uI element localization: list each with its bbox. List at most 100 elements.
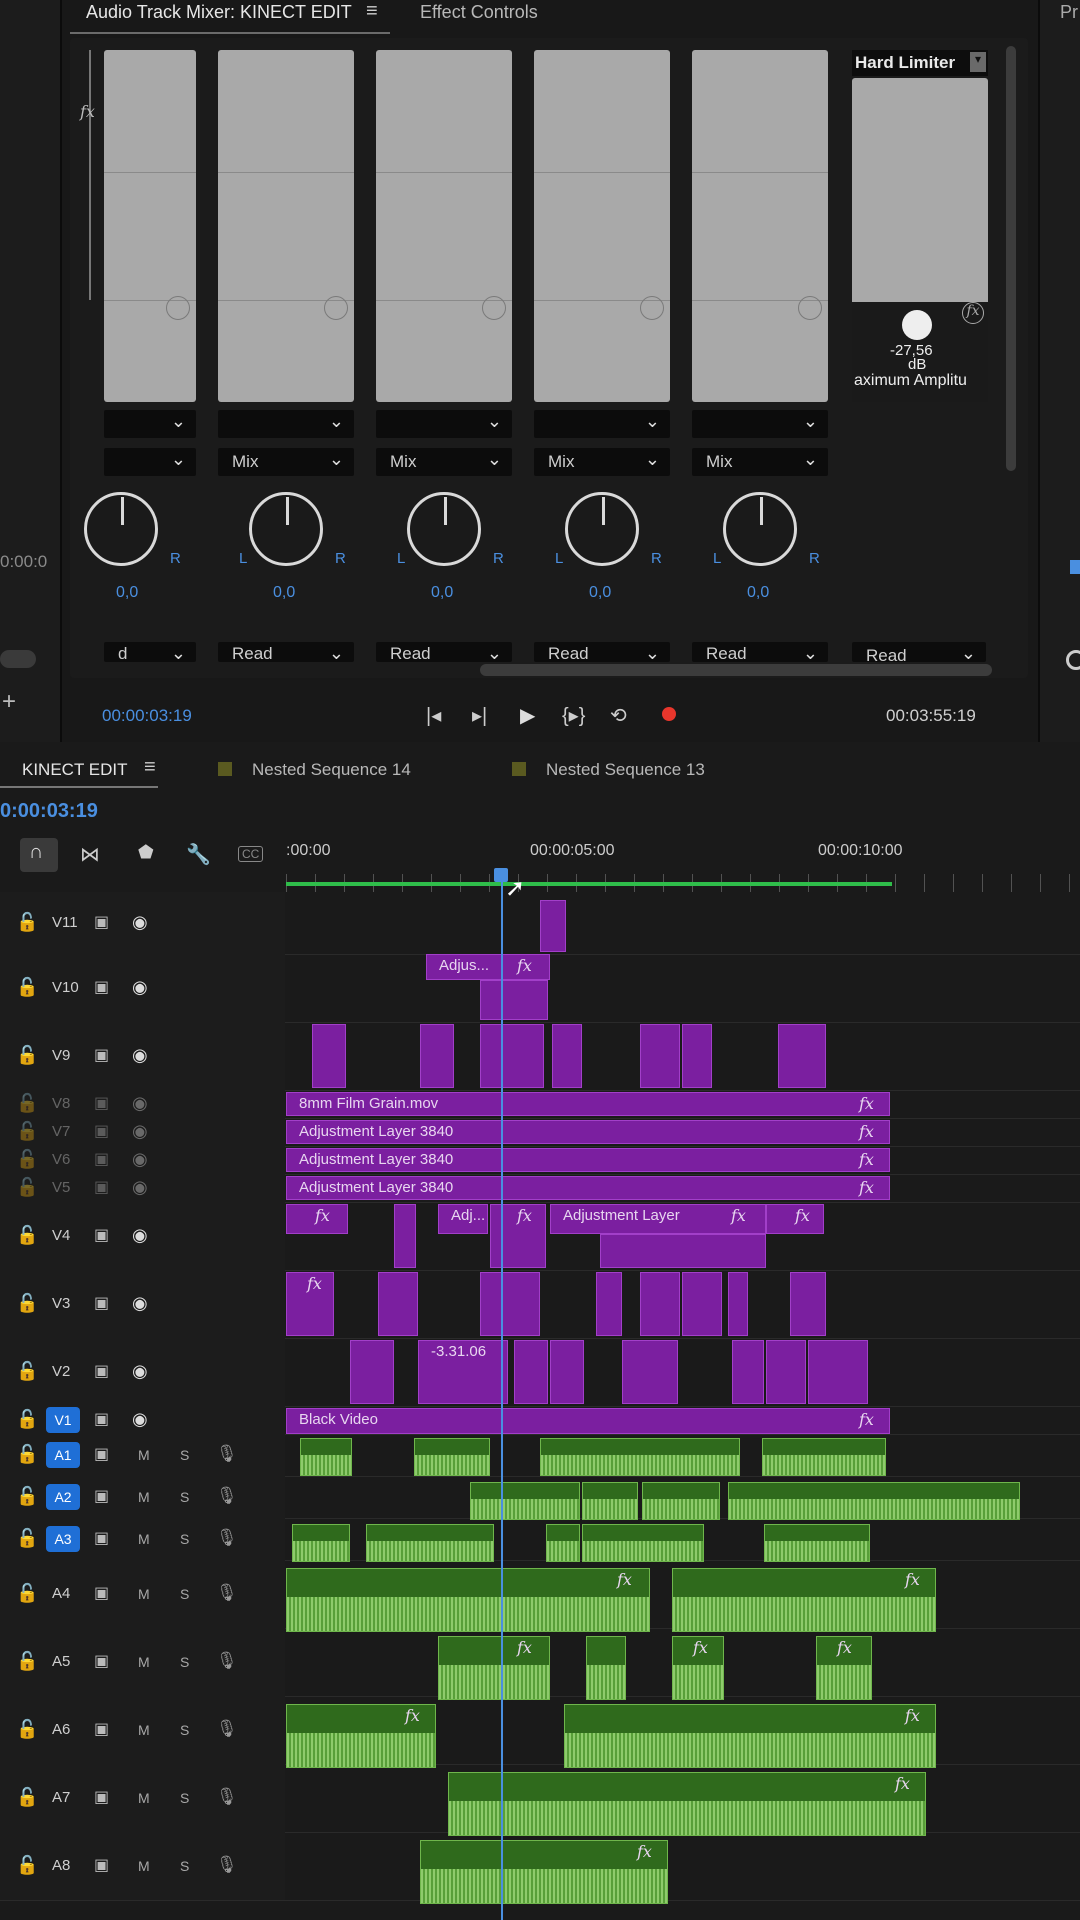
lock-icon[interactable]: 🔓 (16, 1444, 38, 1465)
add-marker-icon[interactable]: ⬟ (138, 842, 154, 863)
mute-button[interactable]: M (138, 1489, 150, 1505)
work-area-bar[interactable] (286, 882, 892, 886)
video-clip[interactable] (394, 1204, 416, 1268)
video-clip[interactable] (350, 1340, 394, 1404)
eye-icon[interactable]: ◉ (132, 1293, 148, 1314)
film-icon[interactable]: ▣ (94, 1293, 109, 1313)
fader-handle[interactable] (482, 296, 506, 320)
video-clip[interactable] (808, 1340, 868, 1404)
eye-icon[interactable]: ◉ (132, 977, 148, 998)
mode-dropdown[interactable]: Mix ⌄ (376, 448, 512, 476)
send-dropdown[interactable]: ⌄ (218, 410, 354, 438)
video-clip[interactable] (640, 1272, 680, 1336)
audio-clip[interactable] (414, 1438, 490, 1476)
video-clip[interactable]: fx (286, 1272, 334, 1336)
mode-dropdown[interactable]: Mix ⌄ (218, 448, 354, 476)
video-clip[interactable]: 8mm Film Grain.mov fx (286, 1092, 890, 1116)
film-icon[interactable]: ▣ (94, 977, 109, 997)
video-clip[interactable] (550, 1340, 584, 1404)
record-icon[interactable] (662, 707, 676, 721)
go-to-out-icon[interactable]: ▸| (472, 703, 487, 728)
automation-dropdown[interactable]: Read ⌄ (218, 642, 354, 663)
video-clip[interactable] (732, 1340, 764, 1404)
microphone-icon[interactable]: 🎙 (216, 1651, 238, 1671)
audio-clip[interactable] (366, 1524, 494, 1562)
radio-icon[interactable] (1066, 650, 1080, 670)
solo-button[interactable]: S (180, 1858, 189, 1874)
microphone-icon[interactable]: 🎙 (216, 1528, 238, 1548)
pan-knob[interactable] (565, 492, 639, 566)
video-clip[interactable] (682, 1024, 712, 1088)
send-dropdown[interactable]: ⌄ (104, 410, 196, 438)
audio-clip[interactable] (582, 1524, 704, 1562)
microphone-icon[interactable]: 🎙 (216, 1583, 238, 1603)
send-dropdown[interactable]: ⌄ (534, 410, 670, 438)
track-target-badge[interactable]: V1 (46, 1407, 80, 1433)
audio-clip[interactable] (470, 1482, 580, 1520)
microphone-icon[interactable]: 🎙 (216, 1787, 238, 1807)
vertical-scrollbar[interactable] (1006, 46, 1016, 471)
track-target-badge[interactable]: A2 (46, 1484, 80, 1510)
microphone-icon[interactable]: 🎙 (216, 1855, 238, 1875)
sync-icon[interactable]: ▣ (94, 1486, 109, 1506)
video-clip[interactable] (622, 1340, 678, 1404)
video-clip[interactable]: fx (766, 1204, 824, 1234)
automation-dropdown[interactable]: d ⌄ (104, 642, 196, 663)
lock-icon[interactable]: 🔓 (16, 1361, 38, 1382)
film-icon[interactable]: ▣ (94, 1177, 109, 1197)
fader-handle[interactable] (324, 296, 348, 320)
lock-icon[interactable]: 🔓 (16, 1149, 38, 1170)
audio-clip[interactable] (300, 1438, 352, 1476)
eye-icon[interactable]: ◉ (132, 1361, 148, 1382)
audio-clip[interactable]: fx (448, 1772, 926, 1836)
microphone-icon[interactable]: 🎙 (216, 1719, 238, 1739)
mode-dropdown[interactable]: Mix ⌄ (692, 448, 828, 476)
pan-value[interactable]: 0,0 (273, 584, 295, 602)
audio-clip[interactable] (582, 1482, 638, 1520)
sync-icon[interactable]: ▣ (94, 1444, 109, 1464)
film-icon[interactable]: ▣ (94, 1045, 109, 1065)
mute-button[interactable]: M (138, 1531, 150, 1547)
track-target-badge[interactable]: A1 (46, 1442, 80, 1468)
zoom-slider[interactable] (0, 650, 36, 668)
pan-value[interactable]: 0,0 (589, 584, 611, 602)
video-clip[interactable] (540, 900, 566, 952)
film-icon[interactable]: ▣ (94, 1121, 109, 1141)
lock-icon[interactable]: 🔓 (16, 1177, 38, 1198)
audio-clip[interactable] (728, 1482, 1020, 1520)
pan-knob[interactable] (723, 492, 797, 566)
video-clip[interactable]: Adjus... fx (426, 954, 550, 980)
mode-dropdown[interactable]: ⌄ (104, 448, 196, 476)
audio-clip[interactable] (642, 1482, 720, 1520)
eye-icon[interactable]: ◉ (132, 1121, 148, 1142)
video-clip[interactable]: Adjustment Layer fx (550, 1204, 766, 1234)
video-clip[interactable]: Adjustment Layer 3840 fx (286, 1176, 890, 1200)
lock-icon[interactable]: 🔓 (16, 1045, 38, 1066)
video-clip[interactable] (514, 1340, 548, 1404)
eye-icon[interactable]: ◉ (132, 912, 148, 933)
lock-icon[interactable]: 🔓 (16, 1486, 38, 1507)
video-clip[interactable] (312, 1024, 346, 1088)
volume-fader[interactable] (376, 50, 512, 402)
volume-fader[interactable] (534, 50, 670, 402)
audio-clip[interactable]: fx (286, 1568, 650, 1632)
wrench-icon[interactable]: 🔧 (186, 842, 211, 867)
eye-icon[interactable]: ◉ (132, 1409, 148, 1430)
hamburger-icon[interactable]: ≡ (144, 756, 156, 779)
film-icon[interactable]: ▣ (94, 1093, 109, 1113)
film-icon[interactable]: ▣ (94, 1225, 109, 1245)
video-clip[interactable]: Black Video fx (286, 1408, 890, 1434)
master-read-dropdown[interactable]: Read ⌄ (852, 642, 986, 665)
video-clip[interactable]: -3.31.06 (418, 1340, 508, 1404)
eye-icon[interactable]: ◉ (132, 1093, 148, 1114)
lock-icon[interactable]: 🔓 (16, 1409, 38, 1430)
eye-icon[interactable]: ◉ (132, 1149, 148, 1170)
audio-clip[interactable]: fx (816, 1636, 872, 1700)
fx-bypass-icon[interactable]: fx (962, 302, 984, 324)
film-icon[interactable]: ▣ (94, 1361, 109, 1381)
sync-icon[interactable]: ▣ (94, 1719, 109, 1739)
mute-button[interactable]: M (138, 1586, 150, 1602)
volume-fader[interactable] (104, 50, 196, 402)
amplitude-knob[interactable] (902, 310, 932, 340)
solo-button[interactable]: S (180, 1447, 189, 1463)
